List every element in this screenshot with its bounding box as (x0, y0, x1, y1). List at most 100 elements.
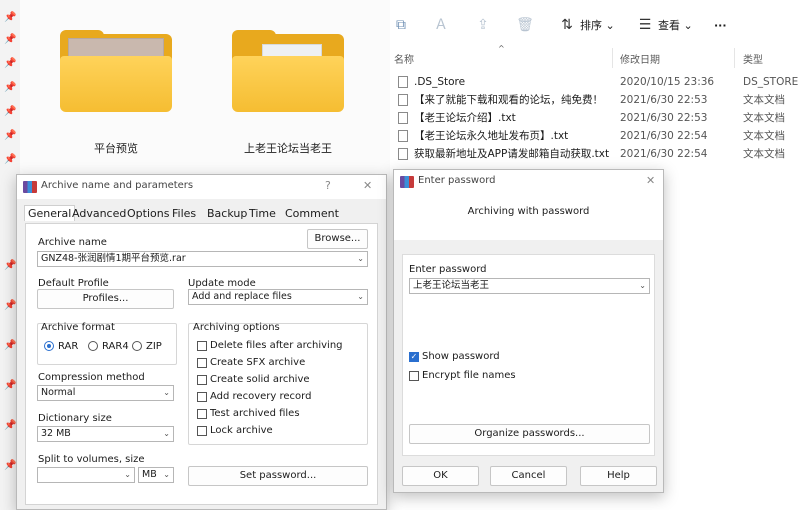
chevron-down-icon[interactable]: ⌄ (124, 468, 131, 482)
explorer-toolbar: ⧉ Ａ ⇪ 🗑 ⇅ 排序 ⌄ ☰ 查看 ⌄ ··· (390, 8, 800, 42)
pin-icon[interactable]: 📌 (4, 340, 16, 352)
delete-icon[interactable]: 🗑 (516, 16, 534, 34)
help-icon[interactable]: ? (325, 179, 331, 192)
show-password-checkbox[interactable]: ✓ (409, 352, 419, 362)
encrypt-file-names-label[interactable]: Encrypt file names (422, 370, 516, 381)
sort-asc-icon: ^ (498, 44, 505, 53)
pin-icon[interactable]: 📌 (4, 12, 16, 24)
pin-icon[interactable]: 📌 (4, 130, 16, 142)
pin-icon[interactable]: 📌 (4, 300, 16, 312)
dialog-titlebar[interactable]: Archive name and parameters ? ✕ (17, 175, 386, 199)
password-input[interactable]: 上老王论坛当老王 ⌄ (409, 278, 650, 294)
view-icon[interactable]: ☰ (636, 16, 654, 34)
file-row[interactable]: 【老王论坛介绍】.txt 2021/6/30 22:53 文本文档 (390, 109, 800, 127)
split-unit-select[interactable]: MB ⌄ (138, 467, 174, 483)
tab-general[interactable]: General (24, 205, 76, 221)
split-size-input[interactable]: ⌄ (37, 467, 135, 483)
more-options-button[interactable]: ··· (714, 16, 727, 36)
lock-archive-checkbox[interactable] (197, 426, 207, 436)
tab-advanced[interactable]: Advanced (72, 207, 126, 220)
option-label[interactable]: Delete files after archiving (210, 340, 343, 351)
recovery-record-checkbox[interactable] (197, 392, 207, 402)
pin-icon[interactable]: 📌 (4, 154, 16, 166)
tab-files[interactable]: Files (172, 207, 196, 220)
dialog-titlebar[interactable]: Enter password ✕ (394, 170, 663, 194)
column-date[interactable]: 修改日期 (620, 51, 660, 66)
dialog-title: Enter password (418, 175, 496, 186)
option-label[interactable]: Create SFX archive (210, 357, 305, 368)
tab-comment[interactable]: Comment (285, 207, 339, 220)
show-password-label[interactable]: Show password (422, 351, 500, 362)
tab-time[interactable]: Time (249, 207, 276, 220)
update-mode-select[interactable]: Add and replace files ⌄ (188, 289, 368, 305)
rar-label[interactable]: RAR (58, 341, 78, 352)
rar4-label[interactable]: RAR4 (102, 341, 129, 352)
delete-files-checkbox[interactable] (197, 341, 207, 351)
file-row[interactable]: 【老王论坛永久地址发布页】.txt 2021/6/30 22:54 文本文档 (390, 127, 800, 145)
file-name: .DS_Store (414, 76, 466, 88)
file-row[interactable]: .DS_Store 2020/10/15 23:36 DS_STORE 文 (390, 73, 800, 91)
pin-icon[interactable]: 📌 (4, 260, 16, 272)
pin-icon[interactable]: 📌 (4, 58, 16, 70)
chevron-down-icon[interactable]: ⌄ (163, 386, 170, 400)
chevron-down-icon[interactable]: ⌄ (163, 468, 170, 482)
encrypt-file-names-checkbox[interactable] (409, 371, 419, 381)
pin-icon[interactable]: 📌 (4, 380, 16, 392)
option-label[interactable]: Add recovery record (210, 391, 311, 402)
split-volumes-label: Split to volumes, size (38, 454, 145, 465)
folder-label[interactable]: 上老王论坛当老王 (208, 140, 368, 156)
zip-label[interactable]: ZIP (146, 341, 162, 352)
compression-method-select[interactable]: Normal ⌄ (37, 385, 174, 401)
profiles-button[interactable]: Profiles... (37, 289, 174, 309)
close-icon[interactable]: ✕ (646, 174, 655, 187)
chevron-down-icon[interactable]: ⌄ (163, 427, 170, 441)
column-divider[interactable] (734, 48, 735, 68)
sort-button[interactable]: 排序 ⌄ (580, 16, 615, 36)
rename-icon[interactable]: Ａ (432, 16, 450, 34)
set-password-button[interactable]: Set password... (188, 466, 368, 486)
default-profile-label: Default Profile (38, 278, 109, 289)
cancel-button[interactable]: Cancel (490, 466, 567, 486)
chevron-down-icon[interactable]: ⌄ (357, 252, 364, 266)
rar-radio[interactable] (44, 341, 54, 351)
copy-icon[interactable]: ⧉ (392, 16, 410, 34)
archive-name-combo[interactable]: GNZ48-张润剧情1期平台预览.rar ⌄ (37, 251, 368, 267)
organize-passwords-button[interactable]: Organize passwords... (409, 424, 650, 444)
column-divider[interactable] (612, 48, 613, 68)
tab-backup[interactable]: Backup (207, 207, 247, 220)
dictionary-size-select[interactable]: 32 MB ⌄ (37, 426, 174, 442)
option-label[interactable]: Lock archive (210, 425, 273, 436)
rar4-radio[interactable] (88, 341, 98, 351)
file-row[interactable]: 获取最新地址及APP请发邮箱自动获取.txt 2021/6/30 22:54 文… (390, 145, 800, 163)
view-button[interactable]: 查看 ⌄ (658, 16, 693, 36)
chevron-down-icon[interactable]: ⌄ (357, 290, 364, 304)
close-icon[interactable]: ✕ (363, 179, 372, 192)
browse-button[interactable]: Browse... (307, 229, 368, 249)
sort-icon[interactable]: ⇅ (558, 16, 576, 34)
test-files-checkbox[interactable] (197, 409, 207, 419)
column-type[interactable]: 类型 (743, 51, 763, 66)
file-name: 【老王论坛介绍】.txt (414, 112, 516, 124)
create-solid-checkbox[interactable] (197, 375, 207, 385)
folder-label[interactable]: 平台预览 (36, 140, 196, 156)
tab-options[interactable]: Options (127, 207, 169, 220)
help-button[interactable]: Help (580, 466, 657, 486)
dictionary-size-label: Dictionary size (38, 413, 112, 424)
ok-button[interactable]: OK (402, 466, 479, 486)
share-icon[interactable]: ⇪ (474, 16, 492, 34)
create-sfx-checkbox[interactable] (197, 358, 207, 368)
option-label[interactable]: Test archived files (210, 408, 300, 419)
file-row[interactable]: 【来了就能下载和观看的论坛，纯免费！ 2021/6/30 22:53 文本文档 (390, 91, 800, 109)
option-label[interactable]: Create solid archive (210, 374, 310, 385)
pin-icon[interactable]: 📌 (4, 34, 16, 46)
chevron-down-icon[interactable]: ⌄ (639, 279, 646, 293)
pin-icon[interactable]: 📌 (4, 106, 16, 118)
folder-icon[interactable] (232, 30, 344, 112)
folder-icon[interactable] (60, 30, 172, 112)
pin-icon[interactable]: 📌 (4, 420, 16, 432)
winrar-logo-icon (23, 181, 37, 193)
pin-icon[interactable]: 📌 (4, 460, 16, 472)
column-name[interactable]: 名称 (394, 51, 414, 66)
zip-radio[interactable] (132, 341, 142, 351)
pin-icon[interactable]: 📌 (4, 82, 16, 94)
